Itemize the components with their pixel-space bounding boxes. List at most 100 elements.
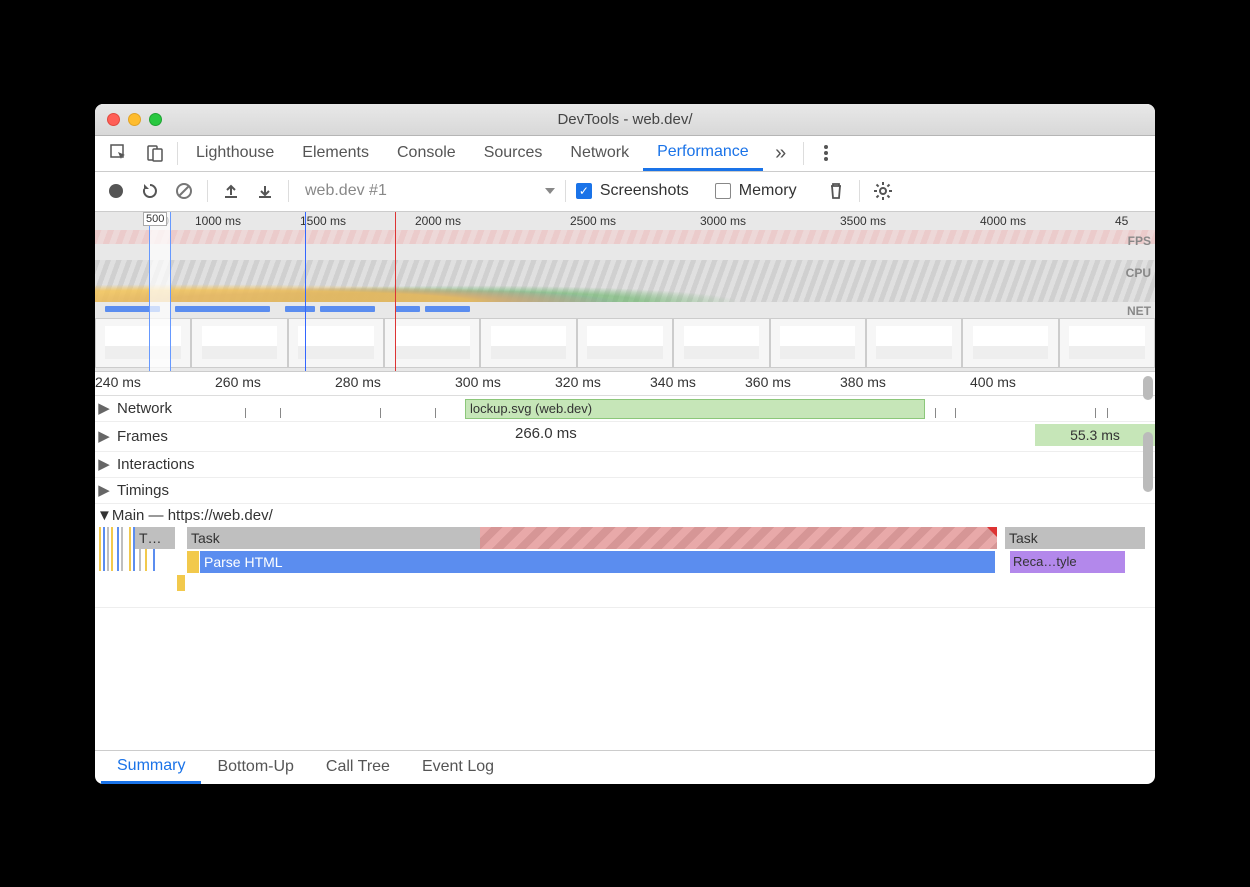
main-thread-track[interactable]: ▼ Main — https://web.dev/ T… Task Task (95, 504, 1155, 608)
network-request-bar[interactable]: lockup.svg (web.dev) (465, 399, 925, 419)
upload-icon[interactable] (218, 178, 244, 204)
tabs-overflow-button[interactable]: » (763, 136, 799, 171)
kebab-menu-icon[interactable] (808, 136, 844, 171)
ruler-tick: 380 ms (840, 374, 886, 390)
task-bar-long[interactable]: Task (187, 527, 997, 549)
recording-caret-icon[interactable] (545, 188, 555, 194)
trash-icon[interactable] (823, 178, 849, 204)
long-task-flag-icon (987, 527, 997, 538)
vertical-scrollbar-thumb[interactable] (1143, 376, 1153, 400)
overview-tick: 2500 ms (570, 214, 616, 228)
frame-bar[interactable]: 55.3 ms (1035, 424, 1155, 446)
net-strip (95, 304, 1155, 314)
script-bar-small[interactable] (177, 575, 185, 591)
disclosure-icon[interactable]: ▼ (97, 507, 112, 524)
tab-network[interactable]: Network (556, 136, 643, 171)
ruler-tick: 260 ms (215, 374, 261, 390)
performance-toolbar: web.dev #1 ✓ Screenshots Memory (95, 172, 1155, 212)
ruler-tick: 300 ms (455, 374, 501, 390)
inspect-icon[interactable] (101, 136, 137, 171)
screenshot-thumb[interactable] (577, 318, 673, 368)
screenshot-thumb[interactable] (866, 318, 962, 368)
clear-icon[interactable] (171, 178, 197, 204)
overview-tick: 1500 ms (300, 214, 346, 228)
parse-html-bar[interactable]: Parse HTML (200, 551, 995, 573)
memory-checkbox[interactable] (715, 183, 731, 199)
network-track-label: Network (111, 397, 178, 420)
screenshot-thumb[interactable] (95, 318, 191, 368)
reload-icon[interactable] (137, 178, 163, 204)
tab-console[interactable]: Console (383, 136, 470, 171)
flamechart-area[interactable]: 240 ms260 ms280 ms300 ms320 ms340 ms360 … (95, 372, 1155, 750)
script-bar[interactable] (187, 551, 199, 573)
screenshot-thumb[interactable] (384, 318, 480, 368)
overview-marker-blue (305, 212, 306, 371)
flame-stack[interactable]: T… Task Task Parse HTML Reca…tyle (95, 527, 1155, 607)
devtools-window: DevTools - web.dev/ LighthouseElementsCo… (95, 104, 1155, 784)
record-icon[interactable] (103, 178, 129, 204)
details-tab-call-tree[interactable]: Call Tree (310, 751, 406, 784)
fps-label: FPS (1128, 234, 1151, 248)
ruler-tick: 280 ms (335, 374, 381, 390)
device-toolbar-icon[interactable] (137, 136, 173, 171)
window-title: DevTools - web.dev/ (95, 111, 1155, 128)
screenshot-thumb[interactable] (770, 318, 866, 368)
timings-track-label: Timings (111, 479, 175, 502)
disclosure-icon[interactable]: ▶ (97, 427, 111, 445)
fps-strip (95, 230, 1155, 244)
interactions-track-label: Interactions (111, 453, 201, 476)
overview-tick: 1000 ms (195, 214, 241, 228)
frames-track-label: Frames (111, 425, 174, 448)
gear-icon[interactable] (870, 178, 896, 204)
screenshots-checkbox[interactable]: ✓ (576, 183, 592, 199)
screenshot-thumb[interactable] (288, 318, 384, 368)
tab-lighthouse[interactable]: Lighthouse (182, 136, 288, 171)
recording-selector[interactable]: web.dev #1 (299, 182, 399, 200)
frames-track[interactable]: ▶ Frames 266.0 ms 55.3 ms (95, 422, 1155, 452)
flamechart-ruler[interactable]: 240 ms260 ms280 ms300 ms320 ms340 ms360 … (95, 372, 1155, 396)
task-bar[interactable]: Task (1005, 527, 1145, 549)
details-tabstrip: SummaryBottom-UpCall TreeEvent Log (95, 750, 1155, 784)
download-icon[interactable] (252, 178, 278, 204)
ruler-tick: 400 ms (970, 374, 1016, 390)
details-tab-event-log[interactable]: Event Log (406, 751, 510, 784)
network-track[interactable]: ▶ Network lockup.svg (web.dev) (95, 396, 1155, 422)
overview-panel[interactable]: 500 1000 ms 1500 ms 2000 ms 2500 ms 3000 ms 35… (95, 212, 1155, 372)
overview-tick: 4000 ms (980, 214, 1026, 228)
tab-sources[interactable]: Sources (470, 136, 557, 171)
task-bar[interactable]: T… (135, 527, 175, 549)
screenshot-thumb[interactable] (1059, 318, 1155, 368)
interactions-track[interactable]: ▶ Interactions (95, 452, 1155, 478)
screenshot-thumb[interactable] (480, 318, 576, 368)
main-tabstrip: LighthouseElementsConsoleSourcesNetworkP… (95, 136, 1155, 172)
overview-selection[interactable] (149, 212, 171, 371)
recording-name: web.dev #1 (305, 182, 387, 200)
cpu-label: CPU (1126, 266, 1151, 280)
long-task-marker (480, 527, 997, 549)
net-label: NET (1127, 304, 1151, 318)
screenshots-strip[interactable] (95, 318, 1155, 368)
memory-label: Memory (739, 182, 797, 200)
ruler-tick: 360 ms (745, 374, 791, 390)
tab-performance[interactable]: Performance (643, 136, 763, 171)
screenshot-thumb[interactable] (962, 318, 1058, 368)
vertical-scrollbar-thumb[interactable] (1143, 432, 1153, 492)
recalc-style-bar[interactable]: Reca…tyle (1010, 551, 1125, 573)
details-tab-summary[interactable]: Summary (101, 751, 201, 784)
tab-elements[interactable]: Elements (288, 136, 383, 171)
overview-tick: 3500 ms (840, 214, 886, 228)
ruler-tick: 320 ms (555, 374, 601, 390)
overview-tick: 45 (1115, 214, 1128, 228)
overview-marker-red (395, 212, 396, 371)
disclosure-icon[interactable]: ▶ (97, 399, 111, 417)
screenshots-label: Screenshots (600, 182, 689, 200)
disclosure-icon[interactable]: ▶ (97, 481, 111, 499)
details-tab-bottom-up[interactable]: Bottom-Up (201, 751, 309, 784)
screenshot-thumb[interactable] (191, 318, 287, 368)
disclosure-icon[interactable]: ▶ (97, 455, 111, 473)
overview-tick: 2000 ms (415, 214, 461, 228)
screenshot-thumb[interactable] (673, 318, 769, 368)
overview-selection-label: 500 (143, 212, 167, 226)
overview-tick: 3000 ms (700, 214, 746, 228)
timings-track[interactable]: ▶ Timings (95, 478, 1155, 504)
